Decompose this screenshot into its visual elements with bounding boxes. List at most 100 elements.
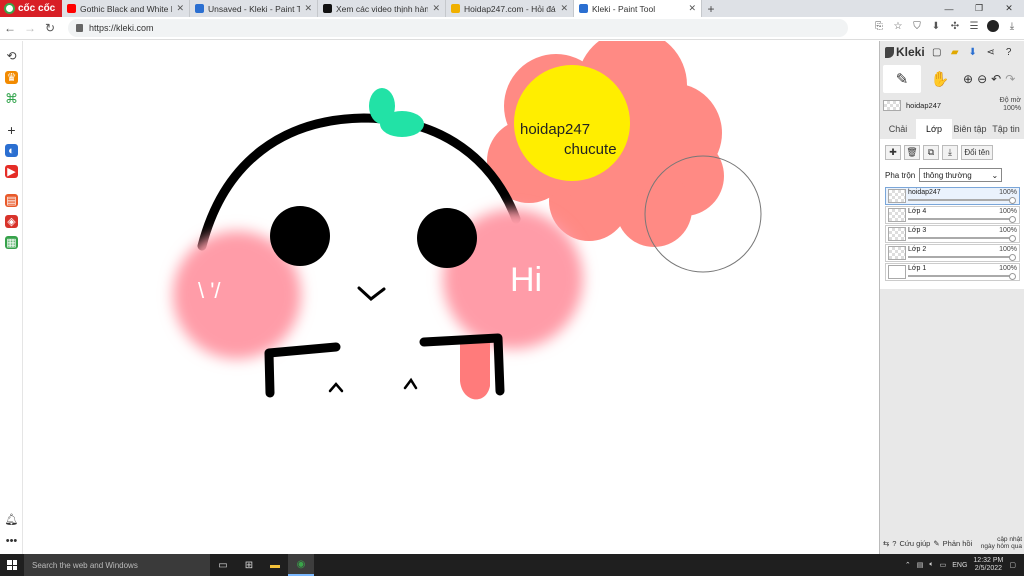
merge-layer-icon[interactable]: ⤓ bbox=[942, 145, 958, 160]
layer-item[interactable]: Lớp 4 100% bbox=[885, 206, 1020, 224]
help-icon[interactable]: ? bbox=[1003, 46, 1015, 58]
right-foot-mark bbox=[403, 377, 418, 390]
update-note-line2: ngày hôm qua bbox=[980, 543, 1022, 550]
tab-kleki-unsaved[interactable]: Unsaved - Kleki - Paint Tool ✕ bbox=[190, 0, 318, 17]
layer-opacity-slider[interactable] bbox=[908, 237, 1013, 239]
help-circle-icon[interactable]: ? bbox=[892, 539, 896, 548]
back-icon[interactable]: ← bbox=[0, 21, 20, 35]
zoom-in-icon[interactable]: ⊕ bbox=[963, 72, 973, 86]
duplicate-layer-icon[interactable]: ⧉ bbox=[923, 145, 939, 160]
layer-item[interactable]: Lớp 1 100% bbox=[885, 263, 1020, 281]
forward-icon[interactable]: → bbox=[20, 21, 40, 35]
tab-kleki[interactable]: Kleki - Paint Tool ✕ bbox=[574, 0, 702, 17]
kleki-logo[interactable]: Kleki bbox=[885, 45, 925, 59]
open-folder-icon[interactable]: ▰ bbox=[949, 46, 961, 58]
tab-youtube[interactable]: Gothic Black and White Ende ✕ bbox=[62, 0, 190, 17]
battery-icon[interactable]: ▭ bbox=[940, 561, 947, 569]
tab-tiktok[interactable]: Xem các video thịnh hành dà ✕ bbox=[318, 0, 446, 17]
coccoc-taskbar-icon[interactable]: ◉ bbox=[288, 554, 314, 576]
new-image-icon[interactable]: ▢ bbox=[931, 46, 943, 58]
save-download-icon[interactable]: ⬇ bbox=[967, 46, 979, 58]
volume-icon[interactable]: 🔈︎ bbox=[929, 561, 933, 569]
bookmark-star-icon[interactable]: ☆ bbox=[892, 20, 904, 32]
slider-handle[interactable] bbox=[1009, 273, 1016, 280]
add-sidebar-icon[interactable]: + bbox=[5, 122, 18, 138]
url-field[interactable]: https://kleki.com bbox=[68, 19, 848, 37]
redo-icon[interactable]: ↷ bbox=[1005, 72, 1015, 86]
blend-mode-select[interactable]: thông thường ⌄ bbox=[919, 168, 1003, 182]
notification-bell-icon[interactable]: 🔔︎ bbox=[5, 513, 19, 526]
close-icon[interactable]: ✕ bbox=[304, 3, 312, 14]
shop-sidebar-icon[interactable]: ◈ bbox=[5, 215, 18, 228]
crown-icon[interactable]: ♛ bbox=[5, 71, 18, 84]
slider-handle[interactable] bbox=[1009, 235, 1016, 242]
layer-item[interactable]: Lớp 3 100% bbox=[885, 225, 1020, 243]
close-icon[interactable]: ✕ bbox=[432, 3, 440, 14]
close-icon[interactable]: ✕ bbox=[560, 3, 568, 14]
clock-time: 12:32 PM bbox=[973, 557, 1004, 564]
sheet-sidebar-icon[interactable]: ▦ bbox=[5, 236, 18, 249]
reload-icon[interactable]: ↻ bbox=[40, 21, 60, 35]
slider-handle[interactable] bbox=[1009, 216, 1016, 223]
tab-hoidap[interactable]: Hoidap247.com - Hỏi đáp on ✕ bbox=[446, 0, 574, 17]
download-icon[interactable]: ⬇ bbox=[930, 20, 942, 32]
network-icon[interactable]: ▤ bbox=[917, 561, 924, 569]
extensions-icon[interactable]: ✣ bbox=[949, 20, 961, 32]
layer-opacity-slider[interactable] bbox=[908, 256, 1013, 258]
kleki-sidebar-icon[interactable]: ◐ bbox=[5, 144, 18, 157]
feedback-icon[interactable]: ✎ bbox=[933, 539, 939, 548]
file-explorer-icon[interactable]: ▬ bbox=[262, 554, 288, 576]
task-view-icon[interactable]: ▭ bbox=[210, 554, 236, 576]
close-window-icon[interactable]: ✕ bbox=[994, 0, 1024, 17]
panel-tabs: Chải Lớp Biên tập Tập tin bbox=[880, 119, 1024, 139]
slider-handle[interactable] bbox=[1009, 197, 1016, 204]
start-button[interactable] bbox=[0, 554, 24, 576]
tab-brush[interactable]: Chải bbox=[880, 119, 916, 139]
swap-side-icon[interactable]: ⇆ bbox=[883, 539, 889, 548]
system-tray: ⌃ ▤ 🔈︎ ▭ ENG 12:32 PM 2/5/2022 ▢ bbox=[905, 554, 1024, 576]
slider-handle[interactable] bbox=[1009, 254, 1016, 261]
taskbar-search[interactable]: Search the web and Windows bbox=[24, 554, 210, 576]
youtube-sidebar-icon[interactable]: ▶ bbox=[5, 165, 18, 178]
close-icon[interactable]: ✕ bbox=[688, 3, 696, 14]
delete-layer-icon[interactable]: 🗑︎ bbox=[904, 145, 920, 160]
shield-icon[interactable]: ⛉ bbox=[911, 20, 923, 32]
layers-panel: ✚ 🗑︎ ⧉ ⤓ Đổi tên Pha trộn thông thường ⌄… bbox=[880, 139, 1024, 289]
zoom-out-icon[interactable]: ⊖ bbox=[977, 72, 987, 86]
brush-tool-icon[interactable]: ✎ bbox=[883, 65, 921, 93]
restore-icon[interactable]: ❐ bbox=[964, 0, 994, 17]
action-center-icon[interactable]: ▢ bbox=[1009, 561, 1016, 569]
tab-file[interactable]: Tập tin bbox=[988, 119, 1024, 139]
layer-opacity-slider[interactable] bbox=[908, 199, 1013, 201]
drawing-canvas[interactable]: hoidap247 chucute Hi \ '/ bbox=[24, 41, 879, 554]
minimize-icon[interactable]: — bbox=[934, 0, 964, 17]
clock[interactable]: 12:32 PM 2/5/2022 bbox=[973, 557, 1003, 573]
translate-icon[interactable]: ⎘ bbox=[873, 20, 885, 32]
news-sidebar-icon[interactable]: ▤ bbox=[5, 194, 18, 207]
tab-layers[interactable]: Lớp bbox=[916, 119, 952, 139]
more-options-icon[interactable]: ••• bbox=[5, 534, 18, 547]
hand-tool-icon[interactable]: ✋ bbox=[921, 65, 959, 93]
help-link[interactable]: Cứu giúp bbox=[899, 539, 930, 548]
layer-opacity-slider[interactable] bbox=[908, 218, 1013, 220]
new-tab-button[interactable]: + bbox=[702, 0, 720, 17]
gamepad-icon[interactable]: ⌘ bbox=[5, 91, 18, 106]
reading-list-icon[interactable]: ☰ bbox=[968, 20, 980, 32]
add-layer-button[interactable]: ✚ bbox=[885, 145, 901, 160]
feedback-link[interactable]: Phản hồi bbox=[943, 539, 973, 548]
store-icon[interactable]: ⊞ bbox=[236, 554, 262, 576]
layer-item[interactable]: hoidap247 100% bbox=[885, 187, 1020, 205]
layer-item[interactable]: Lớp 2 100% bbox=[885, 244, 1020, 262]
undo-icon[interactable]: ↶ bbox=[991, 72, 1001, 86]
tray-chevron-icon[interactable]: ⌃ bbox=[905, 561, 911, 569]
layer-opacity-slider[interactable] bbox=[908, 275, 1013, 277]
history-icon[interactable]: ⟲ bbox=[5, 49, 18, 63]
rename-layer-button[interactable]: Đổi tên bbox=[961, 145, 993, 160]
profile-avatar-icon[interactable] bbox=[987, 20, 999, 32]
downloads-tray-icon[interactable]: ⤓ bbox=[1006, 20, 1018, 32]
share-icon[interactable]: ⋖ bbox=[985, 46, 997, 58]
language-indicator[interactable]: ENG bbox=[952, 562, 967, 569]
close-icon[interactable]: ✕ bbox=[176, 3, 184, 14]
tab-edit[interactable]: Biên tập bbox=[952, 119, 988, 139]
browser-brand[interactable]: cốc cốc bbox=[0, 0, 62, 17]
